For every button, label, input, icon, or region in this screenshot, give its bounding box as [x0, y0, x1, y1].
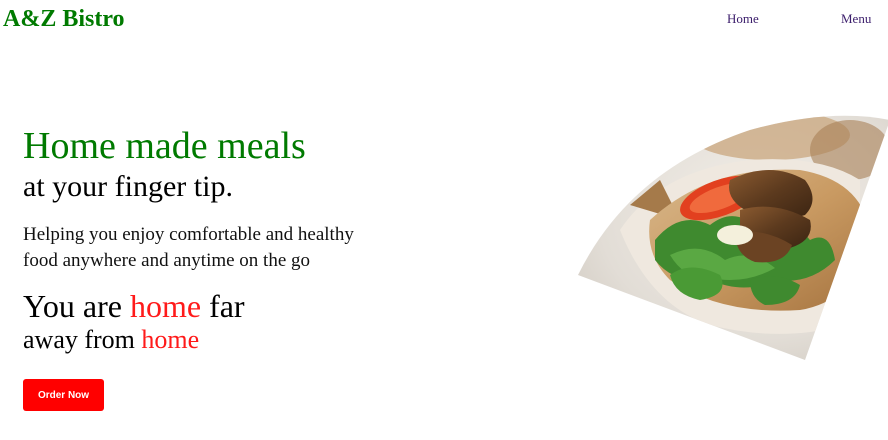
site-logo[interactable]: A&Z Bistro — [3, 5, 125, 33]
tagline-highlight: home — [141, 325, 200, 354]
order-now-button[interactable]: Order Now — [23, 379, 104, 411]
food-wrap-image — [578, 115, 888, 360]
hero-subtitle: at your finger tip. — [23, 170, 233, 203]
tagline-line-1: You are home far — [23, 286, 245, 326]
nav-home-link[interactable]: Home — [727, 11, 759, 27]
tagline-text: far — [201, 288, 245, 324]
hero-title: Home made meals — [23, 125, 306, 167]
tagline-highlight: home — [129, 288, 202, 324]
hero-description: Helping you enjoy comfortable and health… — [23, 224, 354, 271]
page: A&Z Bistro Home Menu Home made meals at … — [0, 0, 888, 440]
tagline-text: You are — [23, 288, 130, 324]
tagline-text: away from — [23, 325, 142, 354]
tagline-line-2: away from home — [23, 324, 199, 356]
nav-menu-link[interactable]: Menu — [841, 11, 871, 27]
